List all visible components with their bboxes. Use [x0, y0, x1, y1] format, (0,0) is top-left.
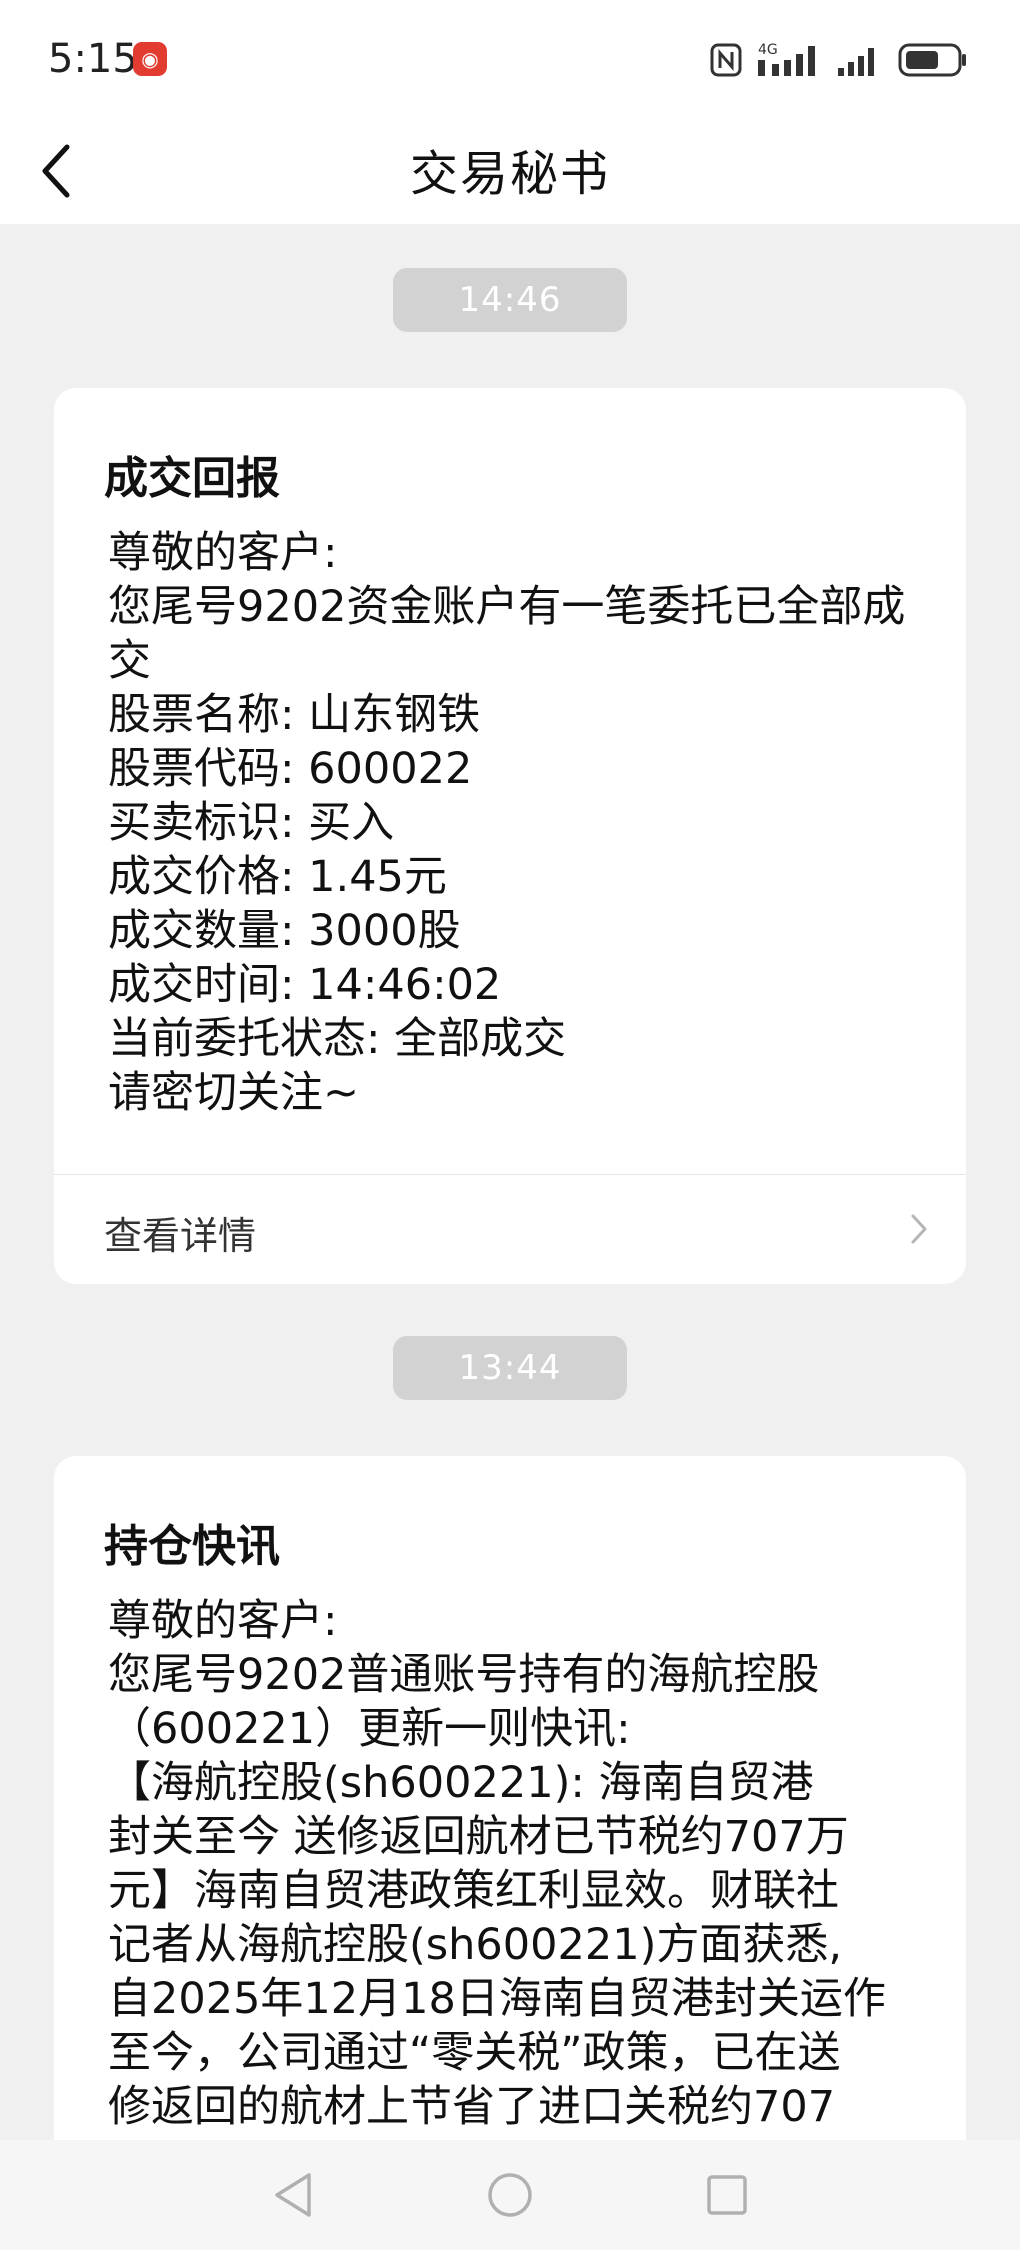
app-header: 交易秘书	[0, 118, 1020, 224]
card-title: 成交回报	[104, 453, 280, 504]
field-label: 股票代码:	[108, 744, 295, 794]
message-timestamp: 13:44	[393, 1336, 627, 1400]
view-details-row[interactable]: 查看详情	[54, 1175, 966, 1283]
card-body: 尊敬的客户: 您尾号9202资金账户有一笔委托已全部成交 股票名称: 山东钢铁 …	[108, 526, 938, 1120]
news-line: 修返回的航材上节省了进口关税约707	[108, 2082, 836, 2132]
field-label: 成交价格:	[108, 852, 295, 902]
card-title: 持仓快讯	[104, 1521, 280, 1572]
field-stock-name: 股票名称: 山东钢铁	[108, 688, 938, 742]
nav-recents-button[interactable]	[692, 2160, 762, 2230]
intro-text: 您尾号9202资金账户有一笔委托已全部成交	[108, 582, 906, 686]
status-time: 5:15	[48, 36, 138, 82]
field-label: 买卖标识:	[108, 798, 295, 848]
chevron-right-icon	[911, 1214, 927, 1244]
field-trade-quantity: 成交数量: 3000股	[108, 904, 938, 958]
news-line: 您尾号9202普通账号持有的海航控股	[108, 1650, 820, 1700]
battery-icon	[898, 43, 966, 77]
news-line: 元】海南自贸港政策红利显效。财联社	[108, 1866, 839, 1916]
recents-square-icon	[707, 2175, 747, 2215]
field-stock-code: 股票代码: 600022	[108, 742, 938, 796]
field-trade-price: 成交价格: 1.45元	[108, 850, 938, 904]
greeting: 尊敬的客户:	[108, 1596, 338, 1646]
news-line: 封关至今 送修返回航材已节税约707万	[108, 1812, 849, 1862]
nfc-icon	[710, 43, 742, 77]
greeting: 尊敬的客户:	[108, 528, 338, 578]
status-icons: 4G	[710, 38, 968, 82]
message-timestamp: 14:46	[393, 268, 627, 332]
news-line: 【海航控股(sh600221): 海南自贸港	[108, 1758, 814, 1808]
field-value: 山东钢铁	[308, 690, 481, 740]
field-value: 14:46:02	[308, 960, 502, 1010]
field-value: 全部成交	[394, 1014, 567, 1064]
field-value: 买入	[308, 798, 395, 848]
field-label: 当前委托状态:	[108, 1014, 381, 1064]
field-label: 成交数量:	[108, 906, 295, 956]
position-news-card[interactable]: 持仓快讯 尊敬的客户: 您尾号9202普通账号持有的海航控股 （600221）更…	[54, 1456, 966, 2216]
field-value: 1.45元	[308, 852, 447, 902]
nav-home-button[interactable]	[475, 2160, 545, 2230]
page-title: 交易秘书	[409, 146, 610, 202]
field-trade-side: 买卖标识: 买入	[108, 796, 938, 850]
notification-app-icon: ◉	[133, 42, 167, 76]
field-value: 3000股	[308, 906, 461, 956]
network-label: 4G	[758, 42, 778, 58]
field-order-status: 当前委托状态: 全部成交	[108, 1012, 938, 1066]
trade-report-card[interactable]: 成交回报 尊敬的客户: 您尾号9202资金账户有一笔委托已全部成交 股票名称: …	[54, 388, 966, 1284]
system-nav-bar	[0, 2140, 1020, 2250]
signal-4g-icon: 4G	[758, 42, 815, 76]
closing-text: 请密切关注~	[108, 1068, 360, 1118]
status-bar: 5:15 ◉ 4G	[0, 0, 1020, 118]
home-circle-icon	[488, 2173, 532, 2217]
news-line: 自2025年12月18日海南自贸港封关运作	[108, 1974, 886, 2024]
field-trade-time: 成交时间: 14:46:02	[108, 958, 938, 1012]
field-label: 股票名称:	[108, 690, 295, 740]
view-details-label: 查看详情	[104, 1214, 257, 1258]
news-line: 记者从海航控股(sh600221)方面获悉,	[108, 1920, 843, 1970]
back-triangle-icon	[275, 2173, 311, 2217]
screen: 5:15 ◉ 4G 交易秘书 14:46 成交回报 尊敬的客户: 您尾号9202…	[0, 0, 1020, 2250]
field-label: 成交时间:	[108, 960, 295, 1010]
card-body: 尊敬的客户: 您尾号9202普通账号持有的海航控股 （600221）更新一则快讯…	[108, 1594, 938, 2134]
news-line: （600221）更新一则快讯:	[108, 1704, 631, 1754]
signal-icon	[838, 48, 874, 76]
nav-back-button[interactable]	[258, 2160, 328, 2230]
news-line: 至今，公司通过“零关税”政策，已在送	[108, 2028, 841, 2078]
field-value: 600022	[308, 744, 473, 794]
